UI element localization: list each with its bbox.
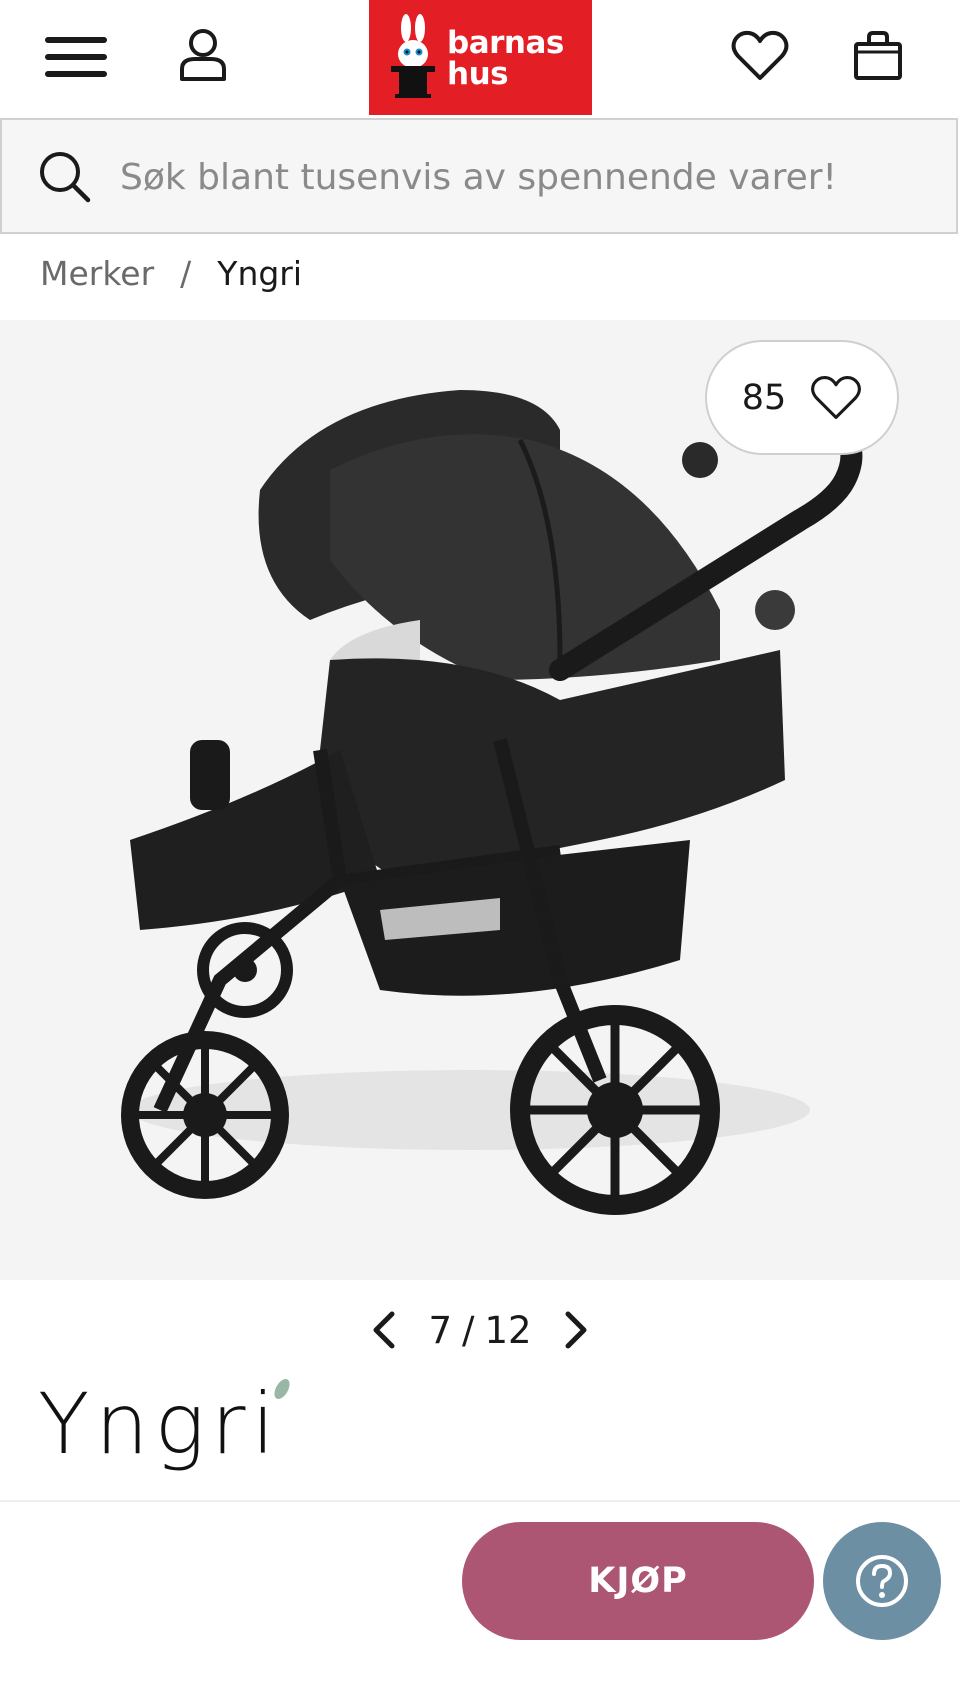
site-header: barnas hus: [0, 0, 960, 116]
brand-logo[interactable]: Yngri: [38, 1374, 281, 1474]
image-current: 7: [428, 1308, 452, 1352]
search-icon[interactable]: [38, 150, 92, 204]
help-button[interactable]: [823, 1522, 941, 1640]
heart-icon: [731, 30, 789, 80]
breadcrumb-separator: /: [180, 254, 192, 293]
shopping-bag-icon: [854, 30, 902, 80]
wishlist-button[interactable]: [720, 18, 800, 93]
menu-button[interactable]: [36, 22, 116, 92]
heart-outline-icon: [811, 375, 862, 419]
product-image-gallery[interactable]: [0, 320, 960, 1280]
account-button[interactable]: [168, 20, 238, 90]
cart-button[interactable]: [838, 18, 918, 93]
image-counter: 7/12: [428, 1309, 531, 1352]
divider: [0, 1500, 960, 1502]
breadcrumb-current: Yngri: [217, 254, 303, 293]
chevron-right-icon[interactable]: [562, 1310, 590, 1350]
like-count: 85: [741, 377, 787, 418]
question-mark-icon: [856, 1555, 908, 1607]
logo-line-1: barnas: [447, 25, 564, 61]
search-bar: [0, 118, 958, 234]
site-logo[interactable]: barnas hus: [369, 0, 592, 115]
buy-button[interactable]: KJØP: [462, 1522, 814, 1640]
menu-icon: [45, 37, 107, 77]
product-image: [121, 390, 863, 1215]
chevron-left-icon[interactable]: [370, 1310, 398, 1350]
image-total: 12: [484, 1308, 532, 1352]
account-icon: [180, 29, 226, 81]
logo-text: barnas hus: [447, 28, 564, 90]
image-pager: 7/12: [370, 1300, 590, 1360]
search-input[interactable]: [120, 152, 920, 202]
breadcrumb: Merker / Yngri: [40, 254, 302, 293]
rabbit-hat-icon: [391, 14, 435, 98]
breadcrumb-link-brands[interactable]: Merker: [40, 254, 154, 293]
logo-line-2: hus: [447, 56, 509, 92]
like-button[interactable]: 85: [705, 340, 899, 455]
image-counter-separator: /: [461, 1308, 475, 1352]
